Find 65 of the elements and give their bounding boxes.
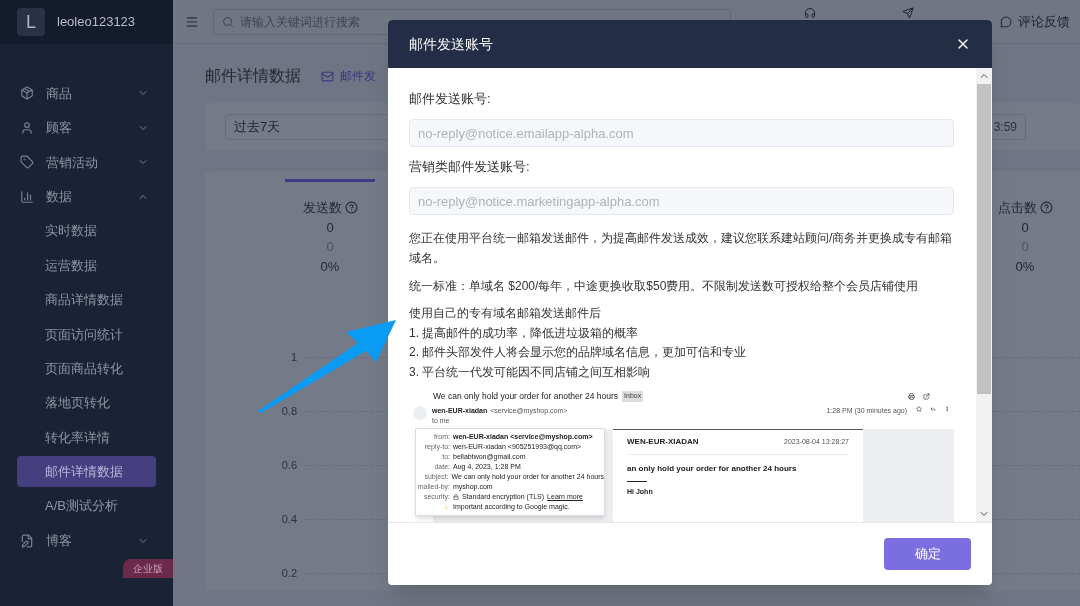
sidebar-subitem[interactable]: 转化率详情 xyxy=(17,421,156,453)
user-name: leoleo123123 xyxy=(57,13,136,32)
chart-icon xyxy=(20,189,34,204)
stat-value: 0 xyxy=(326,218,334,237)
page-title: 邮件详情数据 xyxy=(205,66,301,86)
axis-tick: 0.8 xyxy=(280,403,298,419)
sidebar-item[interactable]: 营销活动 xyxy=(0,145,173,180)
important-marker-icon xyxy=(443,503,450,511)
star-icon xyxy=(916,405,922,412)
sidebar-subitem[interactable]: 页面商品转化 xyxy=(17,353,156,385)
pricing-text: 统一标准：单域名 $200/每年，中途更换收取$50费用。不限制发送数可授权给整个会员店铺使用 xyxy=(409,278,920,295)
menu-icon[interactable] xyxy=(185,14,199,29)
support-icon[interactable] xyxy=(804,7,816,19)
sidebar-subitem[interactable]: 邮件详情数据 xyxy=(17,456,156,488)
field-label: 营销类邮件发送账号: xyxy=(409,158,531,176)
tag-icon xyxy=(20,155,34,170)
store-name: WEN-EUR-XIADAN xyxy=(627,436,699,449)
sidebar-subitem[interactable]: 商品详情数据 xyxy=(17,284,156,316)
help-icon[interactable] xyxy=(1039,201,1053,215)
sidebar-subitem[interactable]: 实时数据 xyxy=(17,215,156,247)
axis-tick: 1 xyxy=(289,349,298,365)
field-label: 邮件发送账号: xyxy=(409,90,492,108)
sidebar-subitem[interactable]: 落地页转化 xyxy=(17,387,156,419)
user-icon xyxy=(20,120,34,135)
blog-icon xyxy=(20,533,34,548)
more-icon xyxy=(944,405,950,412)
notice-text: 您正在使用平台统一邮箱发送邮件，为提高邮件发送成效，建议您联系建站顾问/商务并更换成专有邮箱域名。 xyxy=(409,230,954,267)
sidebar-item[interactable]: 商品 xyxy=(0,76,173,111)
stat-value: 0 xyxy=(1021,218,1029,237)
avatar: L xyxy=(17,8,45,36)
stat-change: 0% xyxy=(1015,257,1035,276)
sidebar-item[interactable]: 数据 xyxy=(0,179,173,214)
benefit-line: 3. 平台统一代发可能因不同店铺之间互相影响 xyxy=(409,363,652,381)
feedback-icon[interactable] xyxy=(1000,15,1012,28)
stat-change: 0% xyxy=(320,257,340,276)
sidebar-item[interactable]: 博客 xyxy=(0,523,173,558)
mail-icon xyxy=(321,69,334,83)
help-icon[interactable] xyxy=(344,201,358,215)
reply-icon xyxy=(930,405,936,412)
sidebar-subitem[interactable]: 运营数据 xyxy=(17,250,156,282)
benefit-line: 使用自己的专有域名邮箱发送邮件后 xyxy=(409,305,602,322)
edition-badge: 企业版 xyxy=(123,559,173,578)
print-icon xyxy=(908,392,915,400)
search-icon xyxy=(222,15,234,28)
email-subject: We can only hold your order for another 24 hours xyxy=(433,390,619,403)
external-link-icon xyxy=(923,392,930,400)
lock-icon xyxy=(453,494,459,500)
stat-label: 发送数 xyxy=(302,199,342,217)
benefit-line: 2. 邮件头部发件人将会显示您的品牌域名信息，更加可信和专业 xyxy=(409,344,748,361)
scrollbar-thumb[interactable] xyxy=(977,84,991,394)
stat-label: 点击数 xyxy=(997,199,1037,217)
scrollbar[interactable] xyxy=(976,68,992,522)
package-icon xyxy=(20,86,34,101)
axis-tick: 0.6 xyxy=(280,457,298,473)
sidebar-subitem[interactable]: A/B测试分析 xyxy=(17,490,156,522)
email-headline: an only hold your order for another 24 hours xyxy=(627,463,798,476)
dialog-title: 邮件发送账号 xyxy=(409,34,494,54)
confirm-button[interactable]: 确定 xyxy=(884,538,971,570)
sidebar-item[interactable]: 顾客 xyxy=(0,110,173,145)
axis-tick: 0.2 xyxy=(280,565,298,581)
axis-tick: 0.4 xyxy=(280,511,298,527)
header-action[interactable]: 评论反馈 xyxy=(1018,11,1070,32)
sidebar-subitem[interactable]: 页面访问统计 xyxy=(17,318,156,350)
guide-icon[interactable] xyxy=(902,7,914,19)
benefit-line: 1. 提高邮件的成功率，降低进垃圾箱的概率 xyxy=(409,324,640,342)
